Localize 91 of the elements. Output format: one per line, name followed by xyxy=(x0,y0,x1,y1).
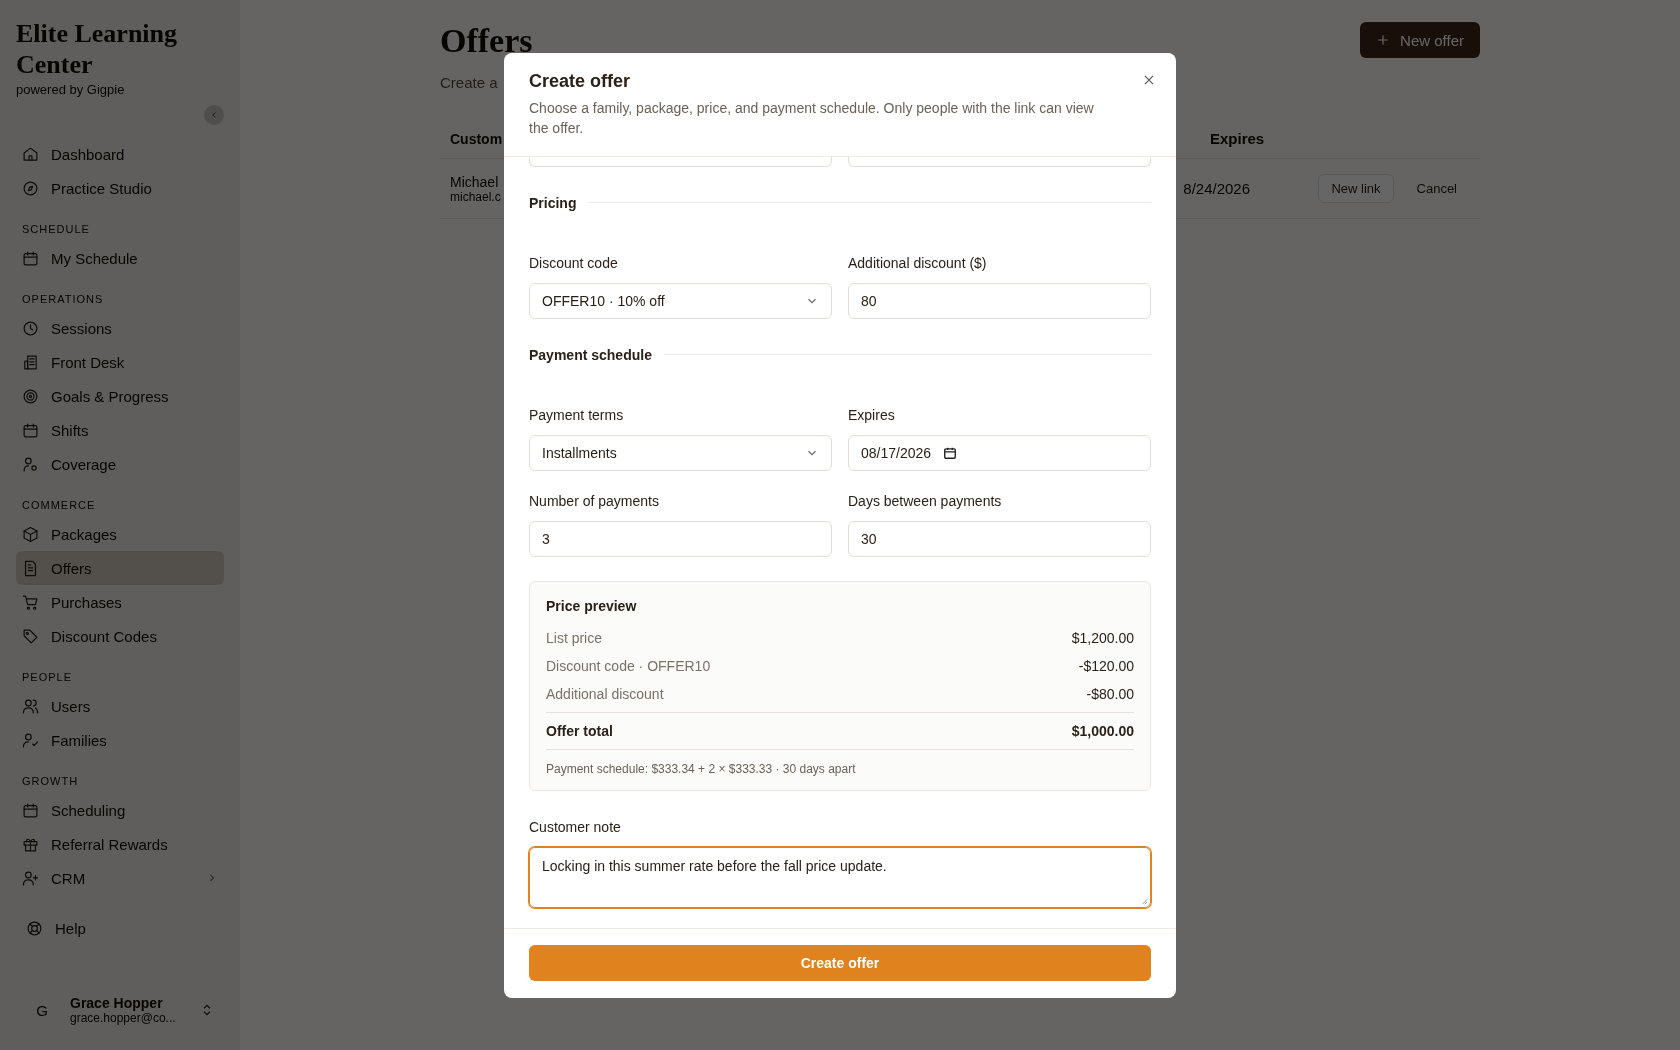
nav-item[interactable]: Users xyxy=(16,689,224,723)
line-amount: -$80.00 xyxy=(1086,685,1134,702)
line-amount: -$120.00 xyxy=(1078,657,1134,674)
nav-item[interactable]: Coverage xyxy=(16,447,224,481)
field-label: Payment terms xyxy=(529,406,625,423)
dialog-description: Choose a family, package, price, and payment schedule. Only people with the link can view the offer. xyxy=(529,98,1095,138)
nav-item[interactable]: Discount Codes xyxy=(16,619,224,653)
field-label: Customer note xyxy=(529,818,622,835)
field-label: Number of payments xyxy=(529,492,660,509)
new-link-button[interactable]: New link xyxy=(1318,174,1394,203)
input-field[interactable]: 80 xyxy=(848,282,1151,319)
document-icon xyxy=(22,559,39,577)
dialog-title: Create offer xyxy=(529,70,632,92)
nav-item[interactable]: Purchases xyxy=(16,585,224,619)
section-heading: PEOPLE xyxy=(22,671,74,683)
brand-name: Elite Learning Center xyxy=(16,18,179,80)
calendar-icon xyxy=(943,445,958,460)
nav-item[interactable]: Packages xyxy=(16,517,224,551)
people-icon xyxy=(22,697,39,715)
calendar-icon xyxy=(22,801,39,819)
select-field[interactable]: Installments xyxy=(529,434,832,471)
nav-item[interactable]: Sessions xyxy=(16,311,224,345)
nav-item[interactable]: Families xyxy=(16,723,224,757)
date-field[interactable]: 08/17/2026 xyxy=(848,434,1151,471)
field-label: Expires xyxy=(848,406,896,423)
building-icon xyxy=(22,353,39,371)
calendar-icon xyxy=(22,421,39,439)
nav-item[interactable]: Scheduling xyxy=(16,793,224,827)
clock-icon xyxy=(22,319,39,337)
new-offer-button[interactable]: New offer xyxy=(1360,22,1480,58)
schedule-note: Payment schedule: $333.34 + 2 × $333.33 · 30 days apart xyxy=(546,761,857,776)
person-check-icon xyxy=(22,731,39,749)
column-header: Expires xyxy=(1210,130,1266,147)
total-label: Offer total xyxy=(546,722,613,739)
cube-icon xyxy=(22,525,39,543)
nav-item[interactable]: My Schedule xyxy=(16,241,224,275)
cart-icon xyxy=(22,593,39,611)
user-name: Grace Hopper xyxy=(70,995,164,1011)
nav-item[interactable]: Shifts xyxy=(16,413,224,447)
customer-email: michael.c xyxy=(450,189,501,204)
nav-item[interactable]: CRM xyxy=(16,861,224,895)
line-label: List price xyxy=(546,629,603,646)
line-label: Additional discount xyxy=(546,685,664,702)
target-icon xyxy=(22,387,39,405)
cancel-button[interactable]: Cancel xyxy=(1403,174,1470,203)
select-field[interactable]: OFFER10 · 10% off xyxy=(529,282,832,319)
house-icon xyxy=(22,145,39,163)
section-heading: GROWTH xyxy=(22,775,80,787)
avatar: G xyxy=(35,1000,49,1021)
nav-item[interactable]: Referral Rewards xyxy=(16,827,224,861)
line-label: Discount code · OFFER10 xyxy=(546,657,711,674)
person-plus-icon xyxy=(22,869,39,887)
field-label: Additional discount ($) xyxy=(848,254,988,271)
tagline: powered by Gigpie xyxy=(16,82,126,97)
section-heading: Payment schedule xyxy=(529,346,652,363)
user-menu[interactable]: G Grace Hopper grace.hopper@co... xyxy=(16,988,224,1032)
customer-name: Michael xyxy=(450,173,499,190)
total-amount: $1,000.00 xyxy=(1071,722,1134,739)
section-heading: Pricing xyxy=(529,194,577,211)
line-amount: $1,200.00 xyxy=(1071,629,1134,646)
tag-icon xyxy=(22,627,39,645)
help-link[interactable]: Help xyxy=(16,911,224,945)
field-label: Discount code xyxy=(529,254,619,271)
lifebuoy-icon xyxy=(26,919,43,937)
nav-item[interactable]: Front Desk xyxy=(16,345,224,379)
create-offer-button[interactable]: Create offer xyxy=(529,944,1151,981)
page-subtitle: Create a xyxy=(440,74,499,91)
input-field[interactable] xyxy=(529,156,832,167)
user-email: grace.hopper@co... xyxy=(70,1011,176,1025)
preview-title: Price preview xyxy=(546,597,638,614)
collapse-button[interactable] xyxy=(204,105,224,125)
input-field[interactable] xyxy=(848,156,1151,167)
input-field[interactable]: 30 xyxy=(848,520,1151,557)
nav-item[interactable]: Dashboard xyxy=(16,137,224,171)
nav-item[interactable]: Goals & Progress xyxy=(16,379,224,413)
note-textarea[interactable]: Locking in this summer rate before the fall price update. xyxy=(529,846,1151,908)
resize-handle-icon xyxy=(1140,896,1148,905)
plus-icon xyxy=(1376,33,1391,47)
nav-item[interactable]: Offers xyxy=(16,551,224,585)
column-header: Custom xyxy=(450,130,504,147)
compass-icon xyxy=(22,179,39,197)
section-heading: COMMERCE xyxy=(22,499,97,511)
calendar-icon xyxy=(22,249,39,267)
field-label: Days between payments xyxy=(848,492,1003,509)
section-heading: SCHEDULE xyxy=(22,223,91,235)
section-heading: OPERATIONS xyxy=(22,293,105,305)
nav-item[interactable]: Practice Studio xyxy=(16,171,224,205)
expires-cell-text: 8/24/2026 xyxy=(1183,180,1252,197)
input-field[interactable]: 3 xyxy=(529,520,832,557)
person-icon xyxy=(22,455,39,473)
page-title: Offers xyxy=(440,22,533,60)
